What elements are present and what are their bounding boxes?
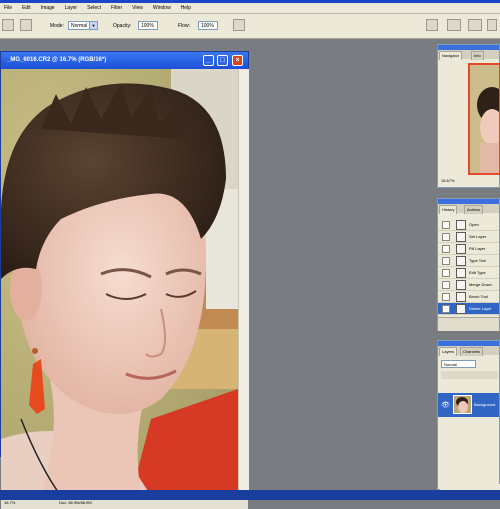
blend-mode-value: Normal bbox=[444, 362, 457, 367]
menu-edit[interactable]: Edit bbox=[22, 5, 31, 11]
tab-layers[interactable]: Layers bbox=[439, 347, 458, 356]
tab-navigator[interactable]: Navigator bbox=[439, 51, 463, 60]
history-panel: History Actions Open Set Layer Fill Laye… bbox=[437, 198, 500, 331]
history-item[interactable]: Merge Down bbox=[438, 279, 499, 291]
history-checkbox[interactable] bbox=[442, 281, 450, 289]
history-footer bbox=[438, 317, 499, 331]
history-item[interactable]: Set Layer bbox=[438, 231, 499, 243]
history-checkbox[interactable] bbox=[442, 221, 450, 229]
history-item-selected[interactable]: Delete Layer bbox=[438, 303, 499, 315]
merge-icon bbox=[456, 280, 466, 290]
tab-channels[interactable]: Channels bbox=[460, 347, 483, 356]
history-checkbox[interactable] bbox=[442, 305, 450, 313]
history-item[interactable]: Fill Layer bbox=[438, 243, 499, 255]
type-tool-icon bbox=[456, 256, 466, 266]
photo-canvas[interactable] bbox=[1, 69, 238, 496]
open-icon bbox=[456, 220, 466, 230]
tab-history[interactable]: History bbox=[439, 205, 458, 214]
menu-view[interactable]: View bbox=[132, 5, 143, 11]
tab-info[interactable]: Info bbox=[471, 51, 484, 60]
menu-window[interactable]: Window bbox=[153, 5, 171, 11]
layers-tabs: Layers Channels bbox=[438, 346, 499, 356]
taskbar bbox=[0, 490, 500, 500]
history-checkbox[interactable] bbox=[442, 245, 450, 253]
history-checkbox[interactable] bbox=[442, 269, 450, 277]
flow-value: 100% bbox=[201, 23, 214, 29]
brush-icon bbox=[456, 292, 466, 302]
blend-mode-select[interactable]: Normal bbox=[441, 360, 476, 368]
file-browser-icon[interactable] bbox=[447, 19, 461, 31]
opacity-value: 100% bbox=[141, 23, 154, 29]
mode-select[interactable]: Normal ▼ bbox=[68, 21, 98, 30]
history-label: Edit Type bbox=[469, 270, 486, 275]
mode-value: Normal bbox=[71, 23, 88, 29]
history-label: Open bbox=[469, 222, 479, 227]
options-bar: Mode: Normal ▼ Opacity: 100% Flow: 100% bbox=[0, 14, 500, 39]
menu-image[interactable]: Image bbox=[41, 5, 55, 11]
document-title: _MG_6016.CR2 @ 16.7% (RGB/16*) bbox=[7, 57, 107, 63]
vertical-scrollbar[interactable] bbox=[238, 69, 249, 496]
toggle-palettes-icon[interactable] bbox=[468, 19, 482, 31]
history-item[interactable]: Edit Type bbox=[438, 267, 499, 279]
opacity-label: Opacity: bbox=[113, 23, 132, 29]
menu-select[interactable]: Select bbox=[87, 5, 101, 11]
close-icon[interactable]: × bbox=[232, 55, 243, 66]
menu-bar: File Edit Image Layer Select Filter View… bbox=[0, 3, 500, 14]
history-tabs: History Actions bbox=[438, 204, 499, 214]
history-checkbox[interactable] bbox=[442, 233, 450, 241]
menu-file[interactable]: File bbox=[4, 5, 12, 11]
layer-thumbnail bbox=[453, 395, 472, 414]
palette-well-icon[interactable] bbox=[426, 19, 438, 31]
workspace-icon[interactable] bbox=[487, 19, 497, 31]
layer-thumbnail-image bbox=[454, 396, 471, 413]
menu-layer[interactable]: Layer bbox=[65, 5, 78, 11]
opacity-field[interactable]: 100% bbox=[138, 21, 158, 30]
document-window: _MG_6016.CR2 @ 16.7% (RGB/16*) _ □ × 16.… bbox=[0, 51, 249, 509]
portrait-photo bbox=[1, 69, 238, 496]
flow-label: Flow: bbox=[178, 23, 190, 29]
brush-preset-icon[interactable] bbox=[20, 19, 32, 31]
navigator-tabs: Navigator Info bbox=[438, 50, 499, 60]
navigator-panel: Navigator Info 16.67% bbox=[437, 44, 500, 188]
layer-name[interactable]: Background bbox=[474, 402, 495, 407]
history-label: Brush Tool bbox=[469, 294, 488, 299]
maximize-icon[interactable]: □ bbox=[217, 55, 228, 66]
airbrush-icon[interactable] bbox=[233, 19, 245, 31]
type-tool-icon bbox=[456, 268, 466, 278]
history-checkbox[interactable] bbox=[442, 257, 450, 265]
minimize-icon[interactable]: _ bbox=[203, 55, 214, 66]
fill-icon bbox=[456, 244, 466, 254]
layer-row[interactable]: 👁 Background bbox=[438, 393, 499, 417]
history-checkbox[interactable] bbox=[442, 293, 450, 301]
history-item[interactable]: Type Tool bbox=[438, 255, 499, 267]
doc-size-readout: Doc: 68.9M/68.9M bbox=[59, 500, 92, 505]
layers-panel: Layers Channels Normal 👁 Background bbox=[437, 340, 500, 490]
chevron-down-icon: ▼ bbox=[89, 22, 97, 29]
tab-actions[interactable]: Actions bbox=[464, 205, 484, 214]
history-label: Delete Layer bbox=[469, 306, 492, 311]
navigator-preview[interactable] bbox=[468, 63, 500, 175]
lock-row bbox=[441, 371, 498, 379]
mode-label: Mode: bbox=[50, 23, 64, 29]
eye-icon[interactable]: 👁 bbox=[441, 401, 450, 409]
history-label: Type Tool bbox=[469, 258, 487, 263]
flow-field[interactable]: 100% bbox=[198, 21, 218, 30]
navigator-thumbnail bbox=[470, 65, 499, 173]
history-label: Merge Down bbox=[469, 282, 492, 287]
history-item[interactable]: Brush Tool bbox=[438, 291, 499, 303]
menu-help[interactable]: Help bbox=[181, 5, 191, 11]
menu-filter[interactable]: Filter bbox=[111, 5, 122, 11]
history-item[interactable]: Open bbox=[438, 219, 499, 231]
history-label: Fill Layer bbox=[469, 246, 486, 251]
document-title-bar[interactable]: _MG_6016.CR2 @ 16.7% (RGB/16*) _ □ × bbox=[1, 52, 248, 69]
delete-layer-icon bbox=[456, 304, 466, 314]
brush-tool-icon[interactable] bbox=[2, 19, 14, 31]
history-label: Set Layer bbox=[469, 234, 487, 239]
zoom-readout[interactable]: 16.7% bbox=[4, 500, 15, 505]
navigator-zoom[interactable]: 16.67% bbox=[441, 178, 455, 183]
layer-icon bbox=[456, 232, 466, 242]
